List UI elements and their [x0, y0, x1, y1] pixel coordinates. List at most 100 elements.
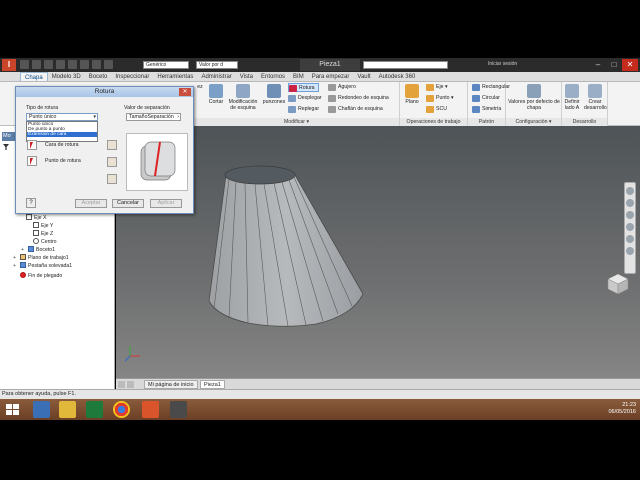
undo-icon[interactable] [56, 60, 65, 69]
pan-icon[interactable] [626, 199, 634, 207]
close-button[interactable]: ✕ [622, 59, 638, 71]
agujero-button[interactable]: Agujero [328, 83, 356, 92]
tree-item-boceto1[interactable]: Boceto1 [28, 246, 55, 254]
zoom-icon[interactable] [626, 211, 634, 219]
aplicar-button[interactable]: Aplicar [150, 199, 182, 208]
chaflan-esquina-button[interactable]: Chaflán de esquina [328, 105, 383, 114]
desplegar-button[interactable]: Desplegar [288, 94, 322, 103]
tree-item-eje-y[interactable]: Eje Y [33, 222, 53, 230]
cancelar-button[interactable]: Cancelar [112, 199, 144, 208]
expand-icon[interactable]: + [21, 247, 24, 253]
definir-lado-a-button[interactable]: Definir lado A [562, 84, 582, 111]
select-icon[interactable] [92, 60, 101, 69]
minimize-button[interactable]: – [590, 59, 606, 71]
modificacion-esquina-button[interactable]: Modificación de esquina [227, 84, 259, 111]
punto-button[interactable]: Punto ▾ [426, 94, 454, 103]
valor-separacion-input[interactable]: TamañoSeparación › [126, 113, 181, 121]
tab-inspeccionar[interactable]: Inspeccionar [111, 72, 153, 81]
tab-modelo-3d[interactable]: Modelo 3D [48, 72, 85, 81]
eje-button[interactable]: Eje ▾ [426, 83, 448, 92]
dialog-title[interactable]: Rotura [16, 87, 193, 97]
filter-icon[interactable] [3, 144, 9, 150]
tab-bim[interactable]: BIM [289, 72, 308, 81]
punto-rotura-select-button[interactable] [27, 156, 37, 166]
help-button[interactable]: ? [26, 198, 36, 208]
tab-herramientas[interactable]: Herramientas [153, 72, 197, 81]
tab-arrange-icon[interactable] [127, 381, 134, 388]
open-icon[interactable] [32, 60, 41, 69]
tab-boceto[interactable]: Boceto [85, 72, 112, 81]
chrome-icon[interactable] [113, 401, 130, 418]
rotura-button[interactable]: Rotura [288, 83, 319, 92]
tipo-rotura-select[interactable]: Punto único ▾ [26, 113, 98, 121]
cortar-button[interactable]: Cortar [206, 84, 226, 105]
save-icon[interactable] [44, 60, 53, 69]
windows-start-icon[interactable] [4, 401, 21, 418]
tab-entornos[interactable]: Entornos [257, 72, 289, 81]
viewcube[interactable] [606, 272, 630, 296]
rip-option-3-icon[interactable] [107, 174, 117, 184]
rip-option-2-icon[interactable] [107, 157, 117, 167]
panel-label-configuracion[interactable]: Configuración ▾ [506, 118, 561, 126]
scu-button[interactable]: SCU [426, 105, 447, 114]
tab-autodesk-360[interactable]: Autodesk 360 [375, 72, 420, 81]
valores-defecto-button[interactable]: Valores por defecto de chapa [508, 84, 560, 111]
circular-label: Circular [482, 95, 500, 101]
file-explorer-icon[interactable] [59, 401, 76, 418]
punzones-button[interactable]: punzones [261, 84, 287, 105]
simetria-button[interactable]: Simetría [472, 105, 501, 114]
tab-mi-pagina-inicio[interactable]: Mi página de inicio [144, 380, 198, 389]
crear-desarrollo-button[interactable]: Crear desarrollo [584, 84, 607, 111]
home-icon[interactable] [80, 60, 89, 69]
inventor-icon[interactable] [142, 401, 159, 418]
system-clock[interactable]: 21:23 06/05/2016 [608, 402, 636, 416]
letterbox-bottom [0, 420, 640, 480]
rip-option-1-icon[interactable] [107, 140, 117, 150]
lofted-part-model[interactable] [116, 126, 640, 378]
color-icon[interactable] [104, 60, 113, 69]
plano-button[interactable]: Plano [402, 84, 422, 105]
rectangular-button[interactable]: Rectangular [472, 83, 510, 92]
material-combo[interactable]: Genérico [143, 61, 189, 69]
appearance-combo[interactable]: Valor por d [196, 61, 238, 69]
cara-rotura-select-button[interactable] [27, 140, 37, 150]
edge-icon[interactable] [33, 401, 50, 418]
redondeo-esquina-button[interactable]: Redondeo de esquina [328, 94, 389, 103]
excel-icon[interactable] [86, 401, 103, 418]
app-icon[interactable] [170, 401, 187, 418]
maximize-button[interactable]: □ [606, 59, 622, 71]
tree-item-eje-x[interactable]: Eje X [26, 214, 46, 222]
expand-icon[interactable]: + [13, 263, 16, 269]
graphics-viewport[interactable] [116, 126, 640, 378]
tab-vista[interactable]: Vista [236, 72, 257, 81]
replegar-button[interactable]: Replegar [288, 105, 319, 114]
tree-item-centro[interactable]: Centro [33, 238, 57, 246]
tab-menu-icon[interactable] [118, 381, 125, 388]
tree-label: Plano de trabajo1 [28, 255, 69, 261]
option-extension-cara[interactable]: Extensión de cara [27, 132, 97, 137]
tree-item-eje-z[interactable]: Eje Z [33, 230, 53, 238]
new-icon[interactable] [20, 60, 29, 69]
aceptar-button[interactable]: Aceptar [75, 199, 107, 208]
tree-item-plano-trabajo1[interactable]: Plano de trabajo1 [20, 254, 69, 262]
dialog-close-button[interactable]: ✕ [179, 88, 191, 96]
redo-icon[interactable] [68, 60, 77, 69]
tab-administrar[interactable]: Administrar [197, 72, 235, 81]
tree-item-fin-plegado[interactable]: Fin de plegado [20, 272, 62, 280]
tree-item-pestana-solevada1[interactable]: Pestaña solevada1 [20, 262, 72, 270]
help-search-input[interactable] [363, 61, 448, 69]
navbar-options-icon[interactable] [626, 247, 634, 255]
chevron-right-icon[interactable]: › [177, 114, 179, 120]
tab-para-empezar[interactable]: Para empezar [308, 72, 354, 81]
panel-label-modificar[interactable]: Modificar ▾ [194, 118, 399, 126]
circular-button[interactable]: Circular [472, 94, 500, 103]
inventor-logo[interactable]: I [2, 59, 16, 71]
tab-chapa[interactable]: Chapa [20, 72, 48, 81]
tab-vault[interactable]: Vault [353, 72, 374, 81]
orbit-icon[interactable] [626, 223, 634, 231]
look-at-icon[interactable] [626, 235, 634, 243]
expand-icon[interactable]: + [13, 255, 16, 261]
tab-pieza1[interactable]: Pieza1 [200, 380, 225, 389]
sign-in-link[interactable]: Iniciar sesión [488, 61, 517, 67]
steering-wheel-icon[interactable] [626, 187, 634, 195]
